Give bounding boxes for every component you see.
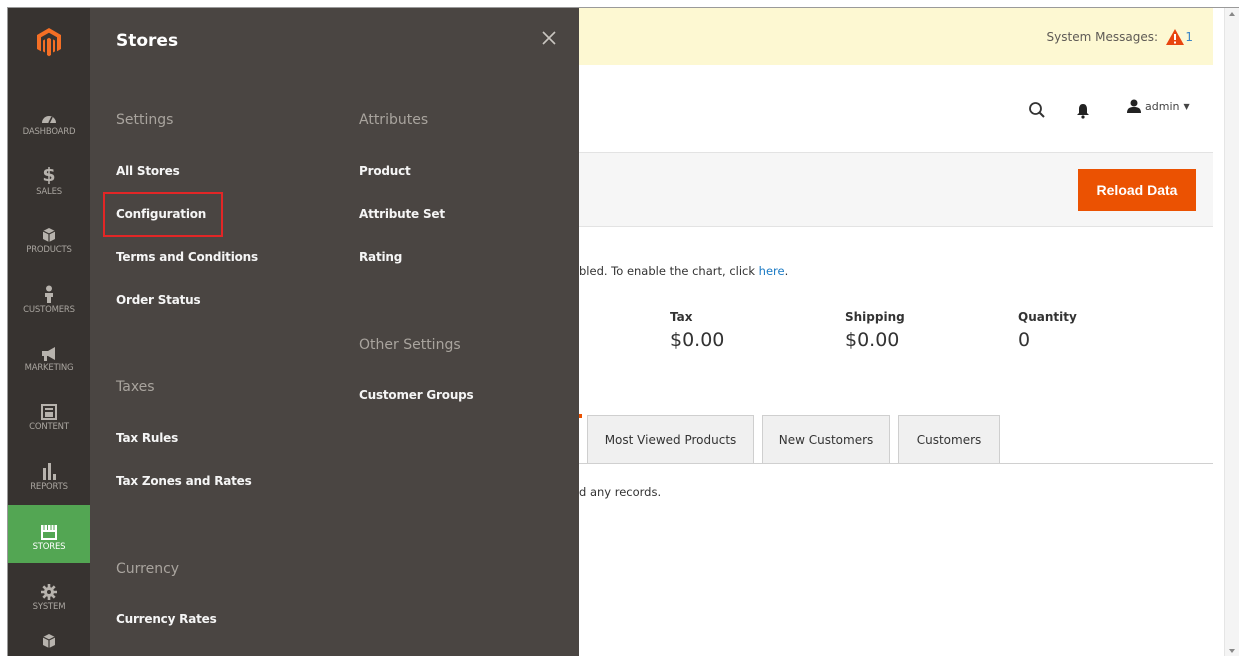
gear-icon [41, 576, 57, 600]
tab-customers[interactable]: Customers [898, 415, 1000, 463]
nav-dashboard[interactable]: DASHBOARD [8, 90, 90, 148]
menu-tax-zones-and-rates[interactable]: Tax Zones and Rates [116, 474, 252, 488]
settings-heading: Settings [116, 112, 174, 128]
totals-shipping-value: $0.00 [845, 329, 900, 351]
magento-logo[interactable] [8, 8, 90, 76]
nav-products[interactable]: PRODUCTS [8, 208, 90, 266]
menu-currency-rates[interactable]: Currency Rates [116, 612, 217, 626]
search-icon[interactable] [1028, 101, 1046, 119]
scroll-down-arrow[interactable] [1229, 649, 1235, 653]
attributes-heading: Attributes [359, 112, 429, 128]
configuration-highlight-box [103, 192, 223, 237]
cube-icon [42, 219, 56, 243]
admin-window: DASHBOARD $ SALES PRODUCTS CUSTOMERS MAR… [7, 7, 1239, 656]
nav-label: SALES [36, 187, 62, 197]
storefront-icon [40, 516, 58, 540]
enable-chart-link[interactable]: here [759, 264, 785, 278]
chevron-down-icon: ▼ [1183, 101, 1190, 111]
totals-quantity-label: Quantity [1018, 310, 1077, 324]
menu-all-stores[interactable]: All Stores [116, 164, 180, 178]
taxes-heading: Taxes [116, 379, 155, 395]
dollar-icon: $ [42, 164, 56, 186]
close-icon[interactable] [539, 28, 559, 48]
nav-label: CUSTOMERS [23, 305, 75, 315]
chart-notice-suffix: . [784, 264, 789, 278]
nav-label: DASHBOARD [22, 127, 76, 137]
menu-product[interactable]: Product [359, 164, 411, 178]
content-icon [41, 396, 57, 420]
nav-customers[interactable]: CUSTOMERS [8, 268, 90, 326]
user-name: admin [1145, 99, 1180, 113]
active-tab-accent [579, 414, 582, 418]
nav-sales[interactable]: $ SALES [8, 150, 90, 208]
nav-label: STORES [32, 542, 66, 552]
scroll-up-arrow[interactable] [1229, 12, 1235, 16]
menu-customer-groups[interactable]: Customer Groups [359, 388, 474, 402]
person-icon [43, 279, 55, 303]
user-icon [1127, 99, 1141, 113]
page-scrollbar[interactable] [1224, 8, 1239, 656]
totals-tax-value: $0.00 [670, 329, 725, 351]
system-messages-bar[interactable]: System Messages: 1 [579, 8, 1213, 65]
system-messages-count[interactable]: 1 [1185, 30, 1193, 44]
totals-tax-label: Tax [670, 310, 693, 324]
nav-label: MARKETING [24, 363, 74, 373]
system-messages-label: System Messages: [1046, 30, 1158, 44]
nav-label: PRODUCTS [26, 245, 72, 255]
nav-system[interactable]: SYSTEM [8, 565, 90, 623]
no-records-message: d any records. [579, 485, 662, 499]
menu-tax-rules[interactable]: Tax Rules [116, 431, 178, 445]
cube-icon [42, 625, 56, 649]
menu-terms-and-conditions[interactable]: Terms and Conditions [116, 250, 258, 264]
nav-reports[interactable]: REPORTS [8, 445, 90, 503]
warning-icon [1165, 28, 1185, 46]
tab-most-viewed-products[interactable]: Most Viewed Products [587, 415, 754, 463]
chart-disabled-notice: bled. To enable the chart, click here. [579, 264, 788, 278]
admin-sidebar: DASHBOARD $ SALES PRODUCTS CUSTOMERS MAR… [8, 8, 90, 656]
bell-icon[interactable] [1076, 103, 1090, 119]
totals-quantity-value: 0 [1018, 329, 1031, 351]
chart-notice-text: bled. To enable the chart, click [579, 264, 759, 278]
tab-new-customers[interactable]: New Customers [762, 415, 890, 463]
nav-content[interactable]: CONTENT [8, 385, 90, 443]
nav-extension[interactable] [8, 625, 90, 656]
other-settings-heading: Other Settings [359, 337, 461, 353]
reload-data-button[interactable]: Reload Data [1078, 169, 1196, 211]
nav-stores[interactable]: STORES [8, 505, 90, 563]
megaphone-icon [40, 337, 58, 361]
bar-chart-icon [42, 456, 56, 480]
nav-marketing[interactable]: MARKETING [8, 326, 90, 384]
currency-heading: Currency [116, 561, 180, 577]
totals-shipping-label: Shipping [845, 310, 905, 324]
page-actions-bar: Reload Data [579, 153, 1213, 227]
user-menu[interactable]: admin ▼ [1127, 99, 1190, 113]
nav-label: CONTENT [29, 422, 69, 432]
nav-label: SYSTEM [32, 602, 66, 612]
menu-attribute-set[interactable]: Attribute Set [359, 207, 445, 221]
menu-rating[interactable]: Rating [359, 250, 402, 264]
nav-label: REPORTS [30, 482, 68, 492]
stores-flyout-menu: Stores Settings All Stores Configuration… [90, 8, 579, 656]
tabs-divider [579, 463, 1213, 464]
magento-logo-icon [37, 28, 61, 57]
flyout-title: Stores [116, 31, 179, 51]
menu-order-status[interactable]: Order Status [116, 293, 201, 307]
page-header: admin ▼ [579, 65, 1213, 153]
dashboard-icon [41, 101, 57, 125]
